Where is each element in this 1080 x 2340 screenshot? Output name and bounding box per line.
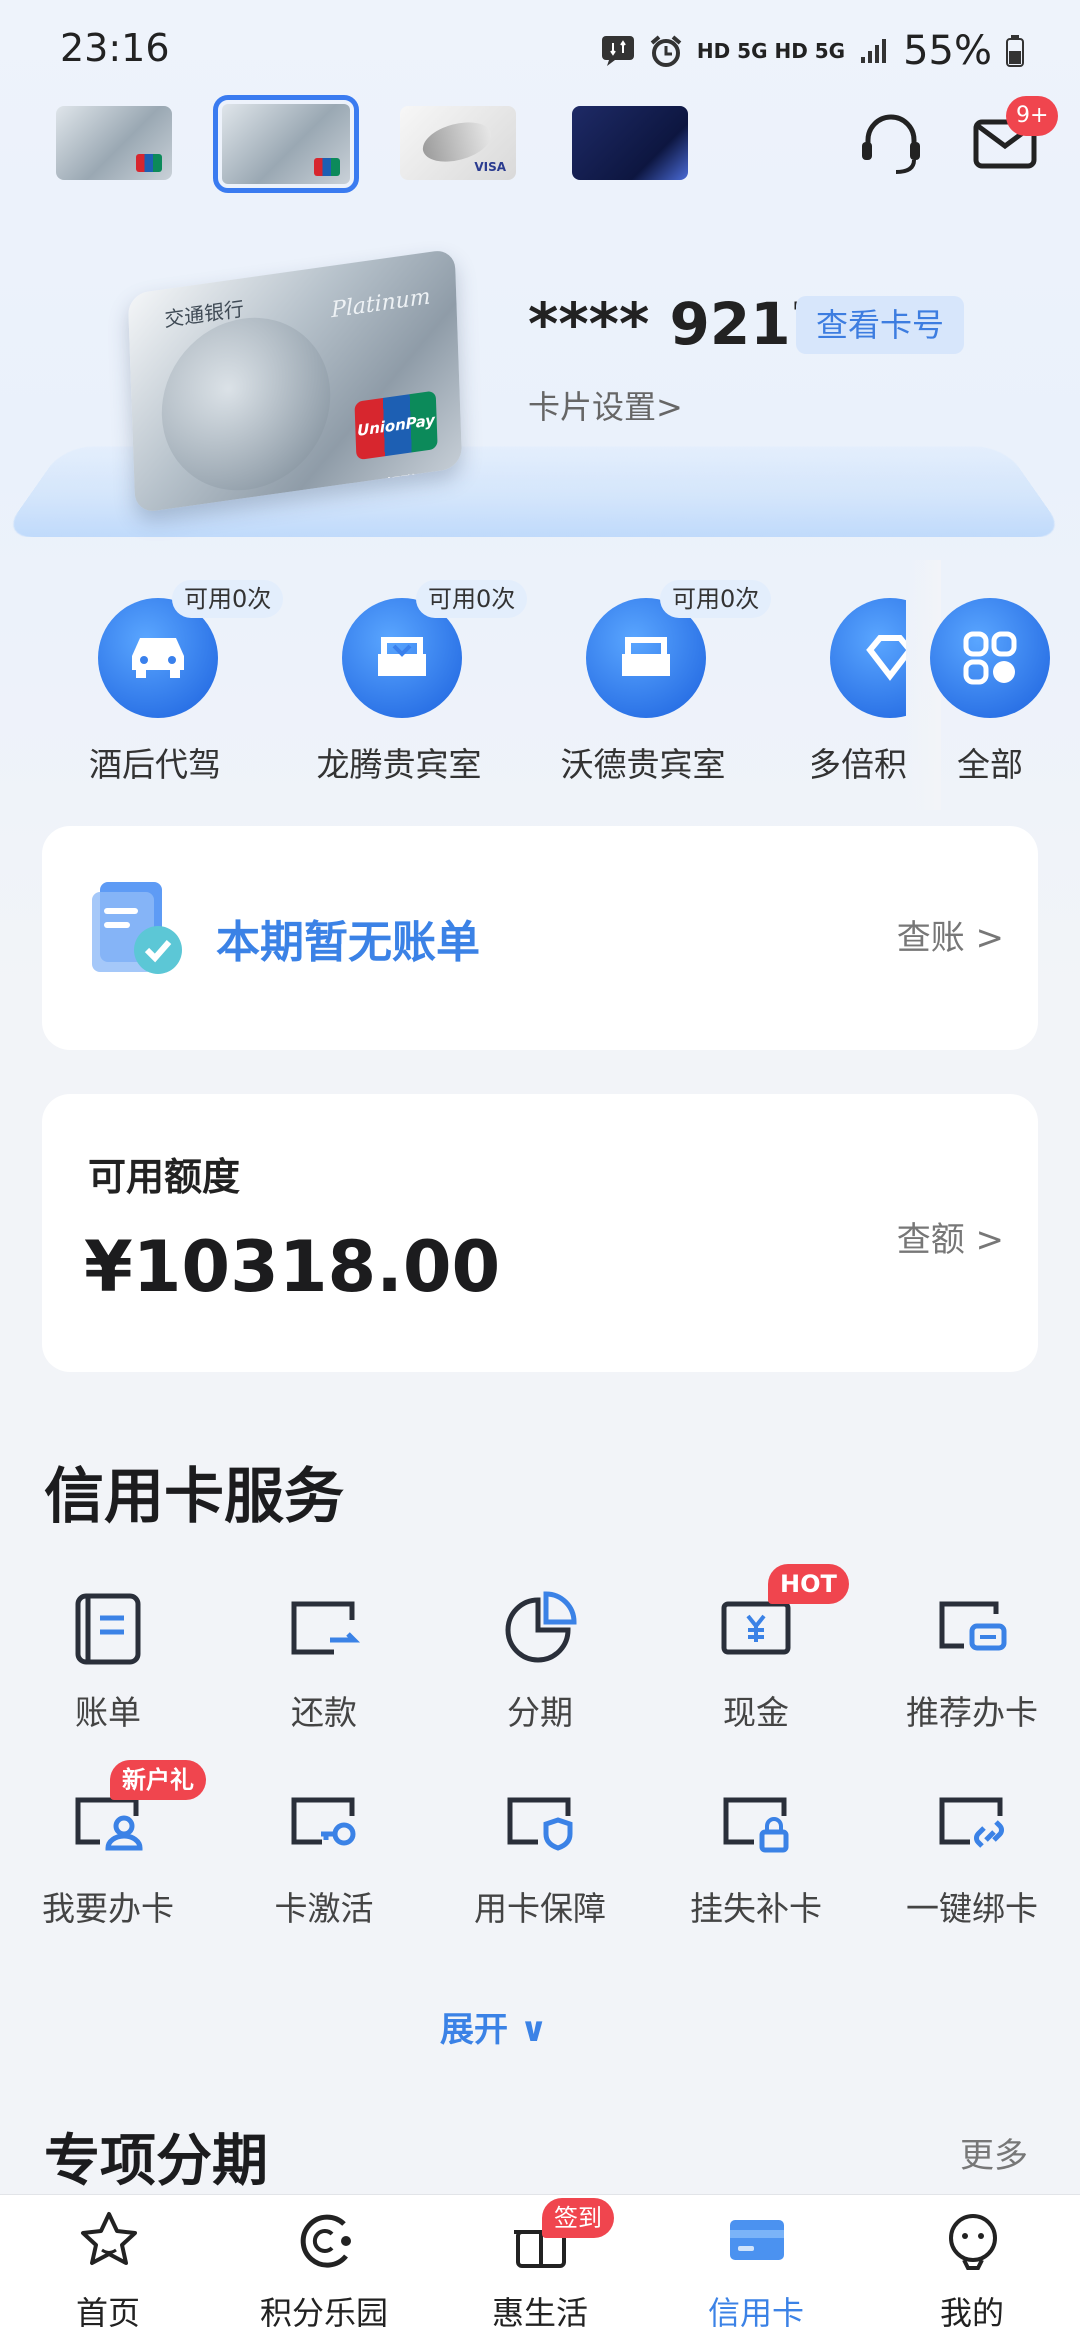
benefit-longteng-lounge[interactable]: 可用0次 龙腾贵宾室 xyxy=(317,580,528,788)
bill-icon xyxy=(75,1593,141,1665)
benefit-world-lounge[interactable]: 可用0次 沃德贵宾室 xyxy=(561,580,772,788)
status-bar: 23:16 HD 5G HD 5G 55% xyxy=(0,0,1080,100)
expand-services-button[interactable]: 展开 ∨ xyxy=(440,2002,547,2051)
benefit-count-tag: 可用0次 xyxy=(416,580,528,618)
recommend-card-icon xyxy=(939,1601,1007,1651)
benefit-all[interactable]: 全部 xyxy=(930,598,1065,788)
tab-mine[interactable]: 我的 xyxy=(892,2210,1052,2334)
tab-label: 我的 xyxy=(939,2294,1004,2332)
service-cash[interactable]: HOT 现金 xyxy=(648,1564,858,1740)
credit-card-icon xyxy=(730,2220,784,2260)
customer-service-icon[interactable] xyxy=(856,108,926,178)
benefit-label: 酒后代驾 xyxy=(89,745,221,784)
benefit-designated-driver[interactable]: 可用0次 酒后代驾 xyxy=(80,580,284,788)
battery-percent: 55% xyxy=(903,28,992,74)
bill-status-text: 本期暂无账单 xyxy=(216,917,480,968)
view-card-number-button[interactable]: 查看卡号 xyxy=(796,296,965,354)
card-platinum-text: Platinum xyxy=(330,284,431,324)
tab-label: 首页 xyxy=(75,2294,140,2332)
service-bill[interactable]: 账单 xyxy=(0,1590,210,1740)
benefit-count-tag: 可用0次 xyxy=(660,580,772,618)
bind-card-icon xyxy=(939,1797,1004,1848)
card-thumbnail-3[interactable]: VISA xyxy=(400,106,516,180)
credit-card-image[interactable]: 交通银行 Platinum UnionPay 银联 xyxy=(127,248,463,514)
card-thumbnail-4[interactable] xyxy=(572,106,688,180)
service-installment[interactable]: 分期 xyxy=(432,1590,642,1740)
card-number: **** 9217 xyxy=(528,290,831,358)
activate-card-icon xyxy=(291,1797,356,1846)
service-label: 一键绑卡 xyxy=(906,1889,1038,1928)
card-protection-icon xyxy=(507,1797,573,1851)
service-lost-card[interactable]: 挂失补卡 xyxy=(648,1786,858,1936)
benefit-count-tag: 可用0次 xyxy=(172,580,284,618)
tab-home[interactable]: 首页 xyxy=(28,2210,188,2334)
message-badge: 9+ xyxy=(1006,96,1059,136)
tab-label: 信用卡 xyxy=(707,2294,804,2332)
message-status-icon xyxy=(601,36,634,66)
service-bind-card[interactable]: 一键绑卡 xyxy=(864,1786,1074,1936)
unionpay-logo xyxy=(136,154,162,172)
profile-icon xyxy=(949,2214,997,2270)
bill-card[interactable]: 本期暂无账单 查账 > xyxy=(42,826,1038,1050)
benefit-label: 龙腾贵宾室 xyxy=(316,745,482,784)
service-label: 卡激活 xyxy=(274,1889,374,1928)
grid-icon xyxy=(930,598,1050,718)
visa-logo: VISA xyxy=(474,160,506,174)
services-title: 信用卡服务 xyxy=(44,1462,344,1532)
tab-points-park[interactable]: 积分乐园 xyxy=(244,2210,404,2334)
tab-label: 积分乐园 xyxy=(259,2294,388,2332)
credit-limit-amount: ¥10318.00 xyxy=(84,1226,501,1308)
check-bill-link[interactable]: 查账 > xyxy=(897,910,1004,959)
card-thumbnail-2-selected[interactable] xyxy=(213,95,359,193)
special-installment-more-link[interactable]: 更多 xyxy=(960,2128,1028,2177)
benefit-all-label: 全部 xyxy=(957,745,1023,784)
service-label: 我要办卡 xyxy=(42,1889,174,1928)
service-label: 现金 xyxy=(723,1693,789,1732)
service-activate-card[interactable]: 卡激活 xyxy=(216,1786,426,1936)
check-limit-link[interactable]: 查额 > xyxy=(897,1212,1004,1261)
lost-card-icon xyxy=(723,1797,789,1853)
special-installment-title: 专项分期 xyxy=(44,2129,268,2194)
tab-label: 惠生活 xyxy=(491,2294,588,2332)
service-label: 用卡保障 xyxy=(474,1889,606,1928)
tab-credit-card[interactable]: 信用卡 xyxy=(676,2210,836,2334)
unionpay-logo: UnionPay 银联 xyxy=(354,390,438,495)
star-icon xyxy=(81,2212,137,2265)
service-label: 分期 xyxy=(507,1693,573,1732)
signal-icon xyxy=(861,39,887,63)
diamond-icon xyxy=(830,598,906,718)
card-thumbnail-1[interactable] xyxy=(56,106,172,180)
benefit-multiple-points[interactable]: 多倍积 xyxy=(812,598,906,788)
alarm-icon xyxy=(650,35,682,67)
service-repay[interactable]: 还款 xyxy=(216,1590,426,1740)
globe-graphic xyxy=(158,306,334,502)
service-recommend-card[interactable]: 推荐办卡 xyxy=(864,1590,1074,1740)
bill-document-icon xyxy=(92,882,182,974)
new-user-badge: 新户礼 xyxy=(110,1760,206,1800)
points-icon xyxy=(300,2214,351,2268)
sign-in-badge: 签到 xyxy=(542,2198,614,2238)
status-time: 23:16 xyxy=(60,26,170,70)
card-settings-link[interactable]: 卡片设置> xyxy=(528,382,683,428)
credit-limit-label: 可用额度 xyxy=(88,1155,241,1199)
network-label: HD 5G HD 5G xyxy=(696,39,846,63)
service-label: 账单 xyxy=(75,1693,141,1732)
installment-icon xyxy=(505,1591,577,1663)
hot-badge: HOT xyxy=(768,1564,849,1604)
battery-icon xyxy=(1006,35,1024,67)
credit-limit-card[interactable]: 可用额度 ¥10318.00 查额 > xyxy=(42,1094,1038,1372)
service-label: 挂失补卡 xyxy=(690,1889,822,1928)
service-label: 推荐办卡 xyxy=(906,1693,1038,1732)
benefit-label: 多倍积 xyxy=(812,745,906,784)
repay-icon xyxy=(291,1601,361,1655)
benefit-label: 沃德贵宾室 xyxy=(560,745,726,784)
service-apply-card[interactable]: 新户礼 我要办卡 xyxy=(0,1760,210,1936)
unionpay-logo xyxy=(314,158,340,176)
service-card-protection[interactable]: 用卡保障 xyxy=(432,1786,642,1936)
service-label: 还款 xyxy=(291,1693,357,1732)
status-icons: HD 5G HD 5G 55% xyxy=(601,26,1024,76)
